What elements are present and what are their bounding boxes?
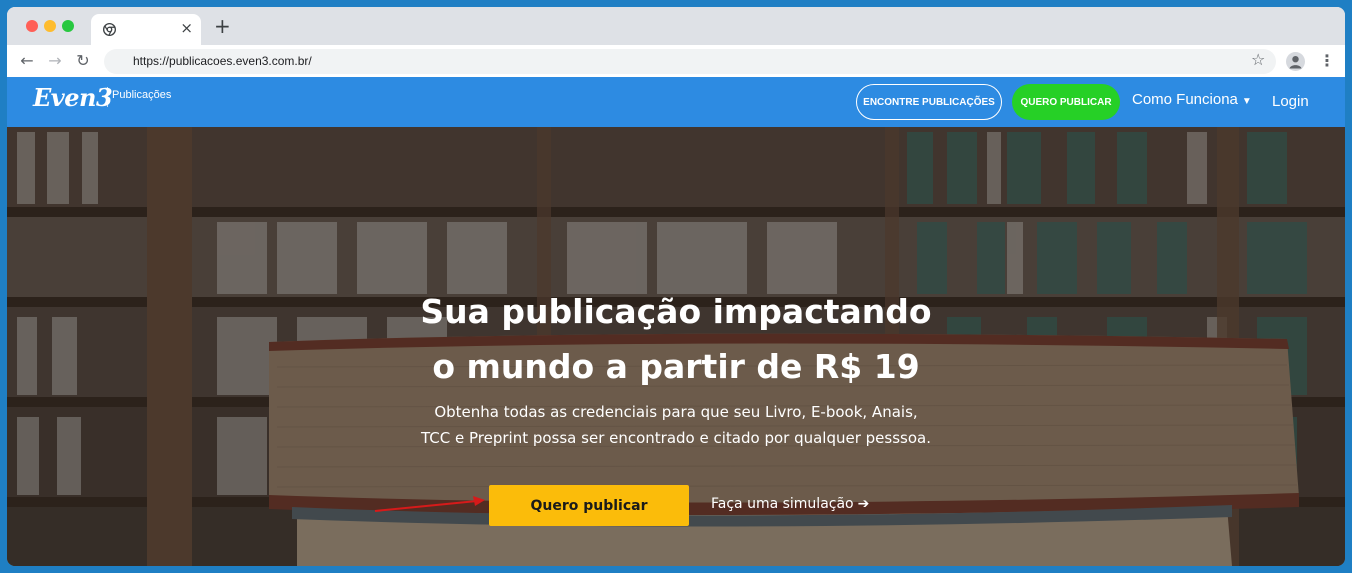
how-it-works-label: Como Funciona — [1132, 91, 1238, 108]
browser-tab[interactable]: × — [91, 14, 201, 45]
back-icon[interactable]: ← — [17, 51, 37, 71]
bookmark-star-icon[interactable]: ☆ — [1251, 50, 1265, 70]
maximize-window-button[interactable] — [62, 20, 74, 32]
logo-divider — [107, 87, 108, 107]
address-bar[interactable]: https://publicacoes.even3.com.br/ — [104, 49, 1276, 74]
find-publications-button[interactable]: ENCONTRE PUBLICAÇÕES — [856, 84, 1002, 120]
browser-toolbar: ← → ↻ https://publicacoes.even3.com.br/ … — [7, 45, 1345, 77]
site-header: Even3 Publicações ENCONTRE PUBLICAÇÕES Q… — [7, 77, 1345, 127]
hero-title: Sua publicação impactando o mundo a part… — [307, 284, 1045, 394]
tab-strip: × + — [7, 7, 1345, 45]
hero-subtitle: Obtenha todas as credenciais para que se… — [307, 399, 1045, 451]
login-link[interactable]: Login — [1272, 93, 1309, 110]
forward-icon[interactable]: → — [45, 51, 65, 71]
hero-subtitle-line-1: Obtenha todas as credenciais para que se… — [434, 403, 918, 421]
hero-title-line-2: o mundo a partir de R$ 19 — [432, 347, 920, 386]
chevron-down-icon: ▼ — [1241, 96, 1252, 107]
logo-subtitle: Publicações — [112, 89, 172, 101]
hero-section: Sua publicação impactando o mundo a part… — [7, 127, 1345, 566]
hero-title-line-1: Sua publicação impactando — [420, 292, 932, 331]
browser-menu-icon[interactable]: ⋮ — [1319, 51, 1335, 71]
close-tab-icon[interactable]: × — [180, 19, 193, 37]
even3-logo[interactable]: Even3 — [33, 83, 113, 112]
chrome-icon — [103, 23, 116, 36]
url-text[interactable]: https://publicacoes.even3.com.br/ — [133, 54, 312, 68]
minimize-window-button[interactable] — [44, 20, 56, 32]
new-tab-button[interactable]: + — [214, 16, 231, 36]
hero-subtitle-line-2: TCC e Preprint possa ser encontrado e ci… — [421, 429, 931, 447]
arrow-right-icon: ➔ — [857, 496, 870, 512]
profile-avatar-icon — [1289, 56, 1302, 69]
quero-publicar-button[interactable]: Quero publicar — [489, 485, 689, 526]
reload-icon[interactable]: ↻ — [73, 51, 93, 71]
close-window-button[interactable] — [26, 20, 38, 32]
red-arrow-icon — [374, 496, 485, 512]
simulation-link[interactable]: Faça uma simulação ➔ — [711, 496, 869, 512]
how-it-works-dropdown[interactable]: Como Funciona ▼ — [1132, 91, 1252, 108]
browser-window: × + ← → ↻ https://publicacoes.even3.com.… — [7, 7, 1345, 566]
simulation-label: Faça uma simulação — [711, 496, 854, 512]
publish-header-button[interactable]: QUERO PUBLICAR — [1012, 84, 1120, 120]
profile-icon[interactable] — [1286, 52, 1305, 71]
